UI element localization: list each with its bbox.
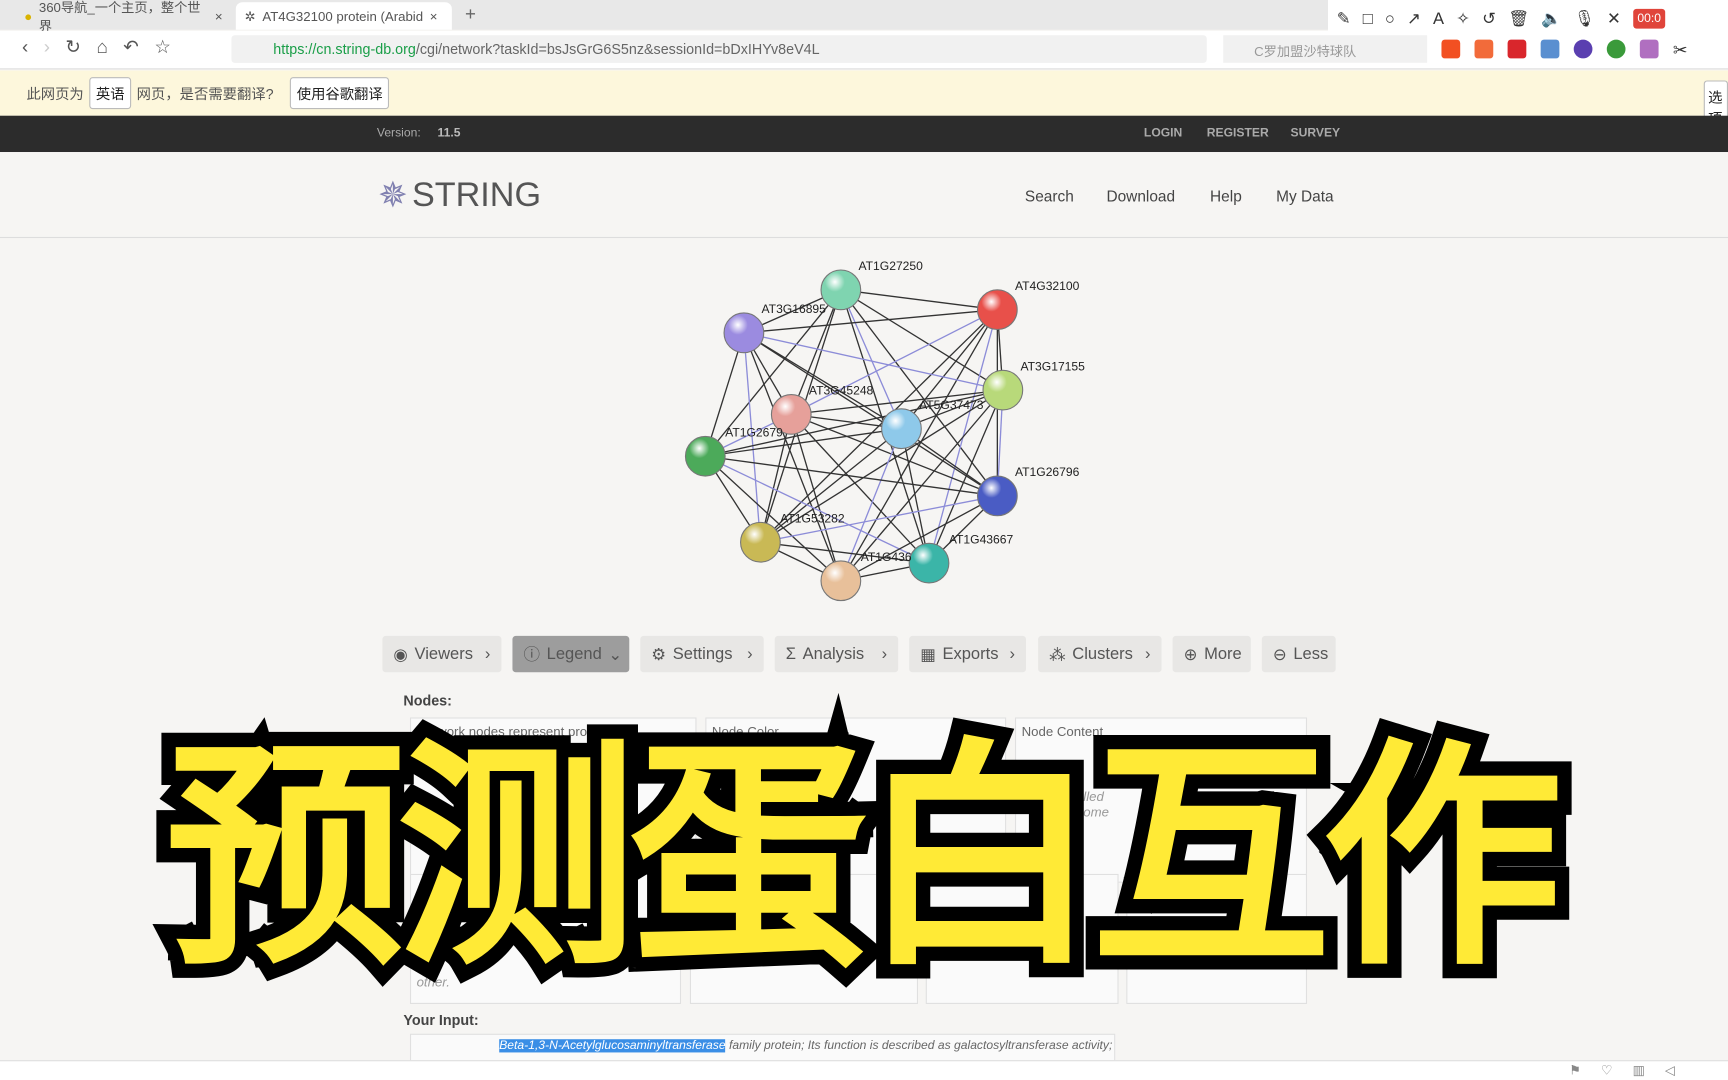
legend-button[interactable]: ⓘ Legend ⌄	[512, 635, 630, 673]
status-bar: ⚑♡▥◁	[0, 1060, 1728, 1080]
description-text: family protein; Its function is describe…	[725, 1039, 1113, 1053]
button-label: Less	[1293, 644, 1329, 664]
node-AT1G43667[interactable]	[908, 542, 950, 584]
your-input-heading: Your Input:	[403, 1011, 479, 1029]
node-AT1G26796[interactable]	[976, 475, 1018, 517]
button-label: Clusters	[1072, 644, 1133, 664]
less-button[interactable]: ⊖ Less	[1261, 635, 1336, 673]
node-label: AT4G32100	[1015, 279, 1080, 293]
node-label: AT3G45248	[809, 384, 874, 398]
protein-network[interactable]: AT1G27250 AT4G32100 AT3G16895 AT3G17155 AT3G…	[0, 0, 1728, 617]
table-icon: ▦	[920, 645, 936, 664]
edge[interactable]	[705, 455, 998, 497]
node-AT1G53282[interactable]	[740, 521, 781, 563]
button-label: Analysis	[802, 644, 865, 664]
chevron-right-icon: ›	[747, 644, 753, 664]
node-label: AT3G17155	[1020, 359, 1085, 373]
minus-icon: ⊖	[1272, 645, 1287, 664]
more-button[interactable]: ⊕ More	[1172, 635, 1251, 673]
button-label: Settings	[672, 644, 733, 664]
plus-icon: ⊕	[1183, 645, 1198, 664]
node-label: AT5G37473	[919, 398, 984, 412]
analysis-button[interactable]: Σ Analysis ›	[774, 635, 899, 673]
node-label: AT1G27250	[858, 259, 923, 273]
node-AT1G436[interactable]	[820, 560, 862, 602]
clusters-icon: ⁂	[1049, 645, 1066, 664]
node-AT1G27250[interactable]	[820, 269, 862, 311]
button-label: Viewers	[414, 644, 473, 664]
button-label: Exports	[942, 644, 999, 664]
node-label: AT1G26796	[1015, 465, 1080, 479]
chevron-right-icon: ›	[1009, 644, 1015, 664]
chevron-down-icon: ⌄	[608, 645, 623, 664]
chevron-right-icon: ›	[1145, 644, 1151, 664]
viewers-button[interactable]: ◉ Viewers ›	[382, 635, 502, 673]
node-AT5G37473[interactable]	[881, 408, 922, 450]
chevron-right-icon: ›	[484, 644, 491, 664]
status-icons: ⚑♡▥◁	[1569, 1062, 1695, 1078]
node-label: AT3G16895	[762, 302, 827, 316]
input-description: Beta-1,3-N-Acetylglucosaminyltransferase…	[409, 1033, 1116, 1063]
overlay-title: 预测蛋白互作	[151, 705, 1577, 1012]
node-AT4G32100[interactable]	[976, 289, 1018, 331]
exports-button[interactable]: ▦ Exports ›	[909, 635, 1026, 673]
gear-icon: ⚙	[651, 645, 667, 664]
eye-icon: ◉	[393, 645, 408, 664]
node-AT1G2679[interactable]	[684, 435, 726, 477]
edge[interactable]	[840, 289, 998, 311]
node-AT3G16895[interactable]	[723, 312, 765, 354]
node-label: AT1G436	[861, 550, 912, 564]
node-label: AT1G53282	[780, 511, 845, 525]
sigma-icon: Σ	[785, 644, 796, 664]
node-label: AT1G2679	[725, 425, 783, 439]
nodes-heading: Nodes:	[403, 692, 452, 709]
settings-button[interactable]: ⚙ Settings ›	[640, 635, 764, 673]
node-label: AT1G43667	[949, 532, 1014, 546]
chevron-right-icon: ›	[881, 644, 888, 664]
info-icon: ⓘ	[523, 645, 541, 665]
clusters-button[interactable]: ⁂ Clusters ›	[1038, 635, 1162, 673]
highlighted-text: Beta-1,3-N-Acetylglucosaminyltransferase	[499, 1039, 726, 1053]
node-AT3G17155[interactable]	[982, 369, 1024, 411]
button-label: Legend	[546, 644, 602, 664]
button-label: More	[1204, 644, 1242, 664]
